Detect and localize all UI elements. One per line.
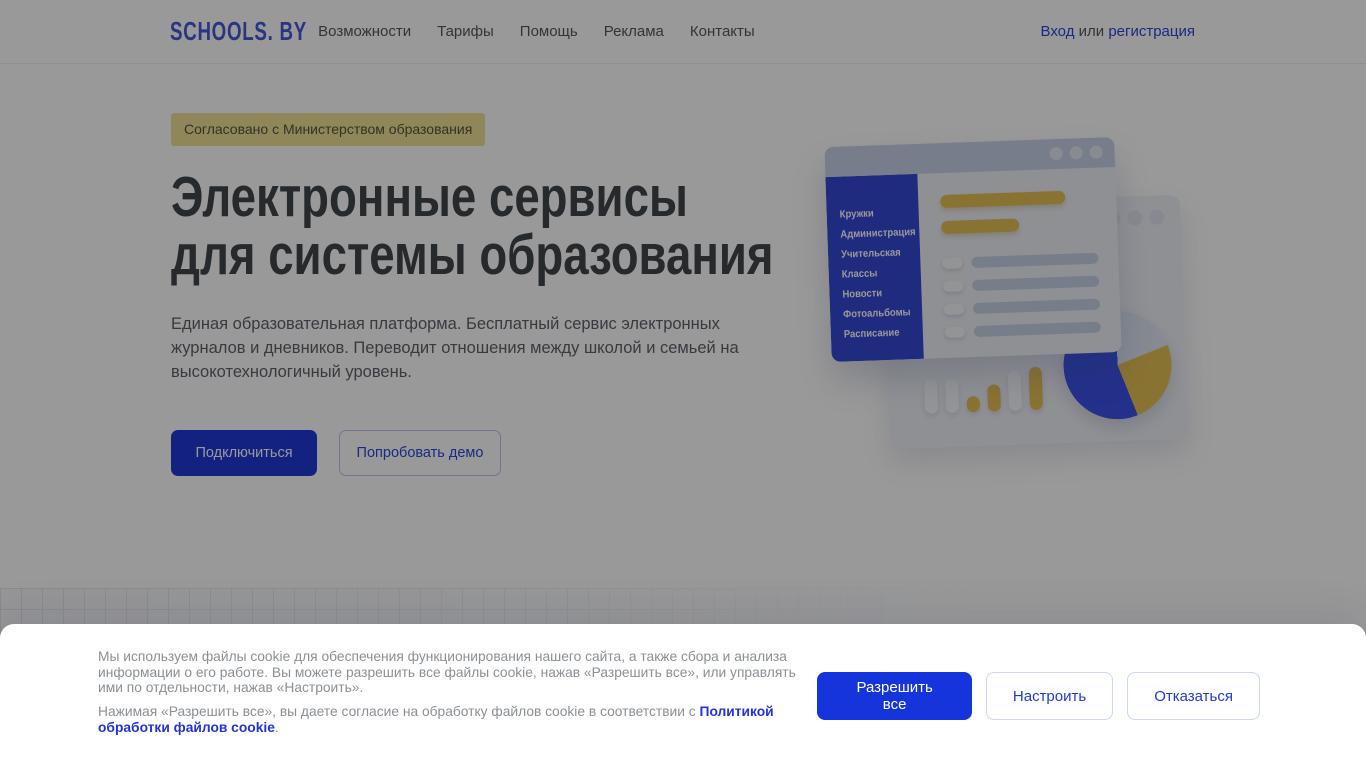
decline-button[interactable]: Отказаться: [1127, 672, 1260, 720]
cookie-buttons: Разрешить все Настроить Отказаться: [817, 672, 1260, 720]
cookie-paragraph-1: Мы используем файлы cookie для обеспечен…: [98, 649, 796, 696]
cookie-banner: Мы используем файлы cookie для обеспечен…: [0, 624, 1366, 768]
allow-all-button[interactable]: Разрешить все: [817, 672, 972, 720]
cookie-paragraph-2: Нажимая «Разрешить все», вы даете соглас…: [98, 704, 774, 735]
cookie-text: Мы используем файлы cookie для обеспечен…: [98, 649, 817, 736]
configure-button[interactable]: Настроить: [985, 672, 1114, 720]
